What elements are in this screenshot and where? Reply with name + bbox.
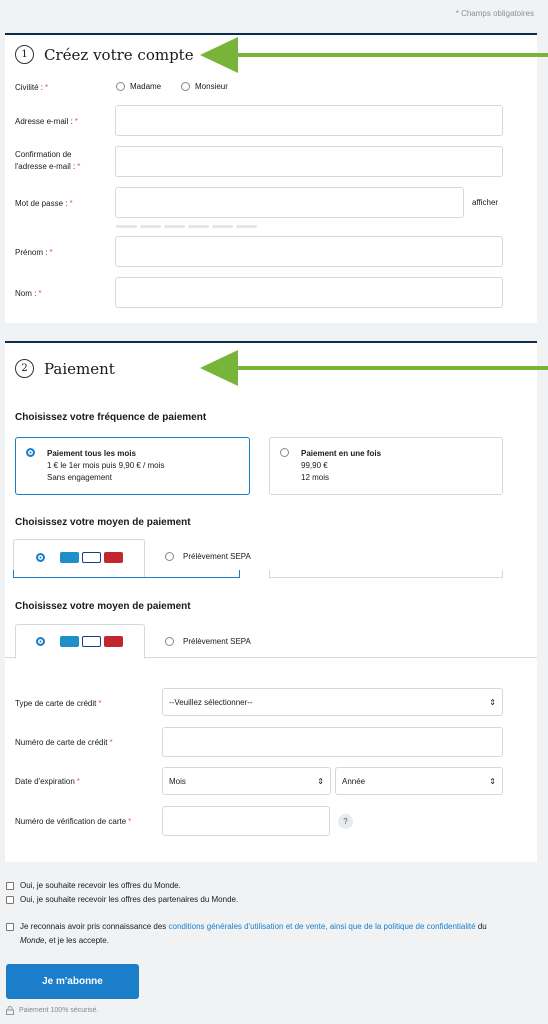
firstname-field[interactable]: [115, 236, 503, 267]
expiry-month-select[interactable]: Mois ⇕: [162, 767, 331, 795]
civility-madame[interactable]: Madame: [116, 82, 161, 91]
frequency-heading: Choisissez votre fréquence de paiement: [15, 412, 207, 423]
select-arrows-icon: ⇕: [489, 776, 496, 786]
email-confirm-label: Confirmation de l'adresse e-mail : *: [15, 150, 81, 171]
consent-monde-checkbox[interactable]: [6, 881, 14, 890]
required-fields-note: * Champs obligatoires: [455, 9, 534, 18]
section-title: Paiement: [44, 359, 115, 378]
cvv-help-icon[interactable]: ?: [338, 814, 353, 829]
green-arrow-1: [236, 53, 548, 57]
select-arrows-icon: ⇕: [489, 697, 496, 707]
email-label: Adresse e-mail : *: [15, 117, 78, 126]
mastercard-icon: [104, 552, 123, 563]
subscribe-button[interactable]: Je m'abonne: [6, 964, 139, 999]
email-confirm-field[interactable]: [115, 146, 503, 177]
green-arrow-2-head: [200, 350, 238, 386]
visa-icon: [82, 636, 101, 647]
plan-title: Paiement tous les mois: [47, 449, 136, 458]
consent-terms[interactable]: Je reconnais avoir pris connaissance des…: [6, 920, 506, 948]
payment-section: 2 Paiement Choisissez votre fréquence de…: [5, 341, 537, 862]
lock-icon: [6, 1006, 14, 1015]
payment-section-header: 2 Paiement: [15, 359, 115, 378]
sepa-radio[interactable]: [165, 552, 174, 561]
ghost-underline-right: [269, 570, 503, 578]
plan-price: 1 € le 1er mois puis 9,90 € / mois: [47, 461, 165, 470]
show-password-link[interactable]: afficher: [472, 198, 498, 207]
tab-sepa[interactable]: Prélèvement SEPA: [165, 637, 251, 646]
cvv-field[interactable]: [162, 806, 330, 836]
consent-partners[interactable]: Oui, je souhaite recevoir les offres des…: [6, 895, 238, 904]
consent-terms-checkbox[interactable]: [6, 923, 14, 931]
cb-icon: [60, 552, 79, 563]
card-logos: [60, 636, 123, 647]
card-logos: [60, 552, 123, 563]
expiry-year-select[interactable]: Année ⇕: [335, 767, 503, 795]
terms-text: Je reconnais avoir pris connaissance des…: [20, 922, 487, 945]
lastname-label: Nom : *: [15, 289, 42, 298]
radio-monsieur[interactable]: [181, 82, 190, 91]
mastercard-icon: [104, 636, 123, 647]
step-number: 1: [15, 45, 34, 64]
card-type-label: Type de carte de crédit *: [15, 699, 102, 708]
card-number-field[interactable]: [162, 727, 503, 757]
card-radio[interactable]: [36, 553, 45, 562]
account-section-header: 1 Créez votre compte: [15, 45, 194, 64]
card-radio[interactable]: [36, 637, 45, 646]
password-field[interactable]: [115, 187, 464, 218]
radio-madame[interactable]: [116, 82, 125, 91]
section-title: Créez votre compte: [44, 45, 194, 64]
email-field[interactable]: [115, 105, 503, 136]
green-arrow-1-head: [200, 37, 238, 73]
tab-sepa-ghost[interactable]: Prélèvement SEPA: [165, 552, 251, 561]
plan-once-option[interactable]: Paiement en une fois 99,90 € 12 mois: [269, 437, 503, 495]
plan-terms: Sans engagement: [47, 473, 112, 482]
plan-monthly-radio[interactable]: [26, 448, 35, 457]
civility-label: Civilité : *: [15, 83, 49, 92]
terms-link[interactable]: conditions générales d'utilisation et de…: [169, 922, 476, 931]
plan-title: Paiement en une fois: [301, 449, 382, 458]
expiry-label: Date d'expiration *: [15, 777, 80, 786]
step-number: 2: [15, 359, 34, 378]
method-heading: Choisissez votre moyen de paiement: [15, 517, 191, 528]
method-heading: Choisissez votre moyen de paiement: [15, 601, 191, 612]
select-arrows-icon: ⇕: [317, 776, 324, 786]
account-section: 1 Créez votre compte Civilité : * Madame …: [5, 33, 537, 323]
card-number-label: Numéro de carte de crédit *: [15, 738, 113, 747]
civility-monsieur[interactable]: Monsieur: [181, 82, 228, 91]
firstname-label: Prénom : *: [15, 248, 53, 257]
card-type-select[interactable]: --Veuillez sélectionner-- ⇕: [162, 688, 503, 716]
plan-monthly-option[interactable]: Paiement tous les mois 1 € le 1er mois p…: [15, 437, 250, 495]
plan-once-radio[interactable]: [280, 448, 289, 457]
consent-partners-checkbox[interactable]: [6, 895, 14, 904]
visa-icon: [82, 552, 101, 563]
tab-card[interactable]: [15, 624, 145, 659]
plan-price: 99,90 €: [301, 461, 328, 470]
sepa-radio[interactable]: [165, 637, 174, 646]
lastname-field[interactable]: [115, 277, 503, 308]
plan-terms: 12 mois: [301, 473, 330, 482]
secure-payment-note: Paiement 100% sécurisé.: [6, 1006, 98, 1015]
password-strength-meter: [116, 225, 257, 228]
ghost-underline-left: [13, 570, 240, 578]
cvv-label: Numéro de vérification de carte *: [15, 817, 132, 826]
cb-icon: [60, 636, 79, 647]
password-label: Mot de passe : *: [15, 199, 73, 208]
consent-monde[interactable]: Oui, je souhaite recevoir les offres du …: [6, 881, 181, 890]
green-arrow-2: [236, 366, 548, 370]
